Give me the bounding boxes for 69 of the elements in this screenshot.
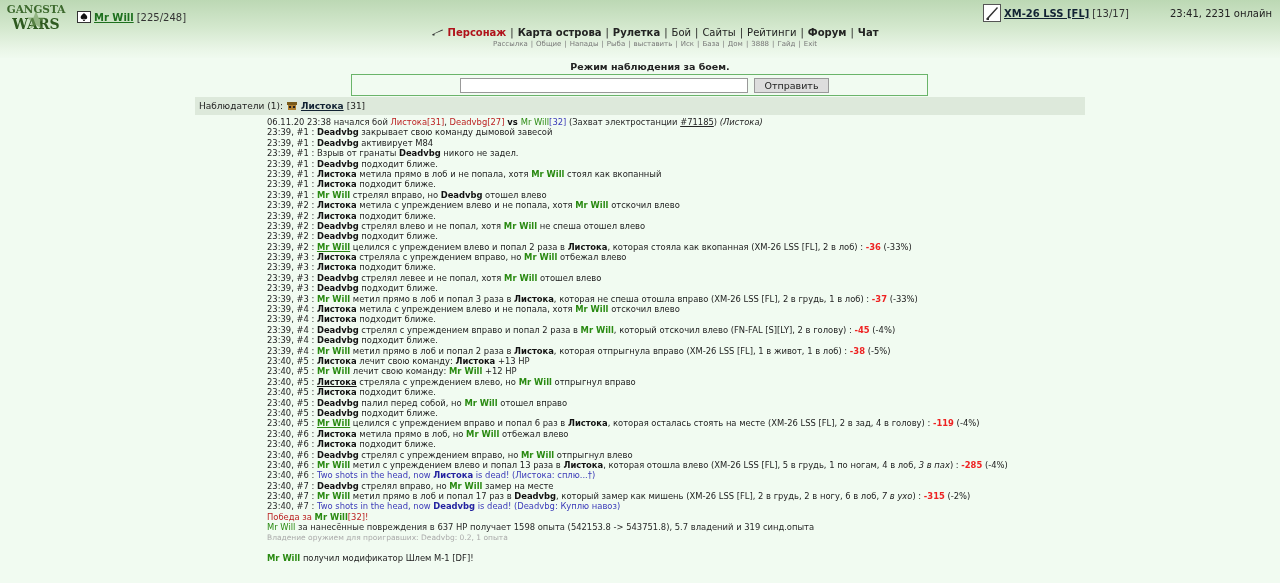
log-line: 23:40, #5 : Листока стреляла с упреждением влево, но Mr Will отпрыгнул вправо — [267, 376, 637, 388]
nav-link[interactable]: Сайты — [702, 26, 736, 38]
log-line: 23:40, #5 : Mr Will целился с упреждением вправо и попал 6 раз в Листока, которая осталась стоять на месте (XM-26 LSS [FL], 2 в зад, 4 в голову) : -119 (-4%) — [267, 418, 981, 429]
weapon-link[interactable]: XM-26 LSS [FL] — [1003, 7, 1090, 19]
log-line: 23:39, #2 : Листока подходит ближе. — [267, 210, 437, 221]
nav-separator: | — [605, 26, 609, 38]
nav-separator: | — [739, 26, 744, 38]
log-line: 23:40, #5 : Mr Will лечит свою команду: Mr Will +12 HP — [267, 366, 518, 377]
log-line: 23:39, #4 : Deadvbg стрелял с упреждением вправо и попал 2 раза в Mr Will, который отскочил влево (FN-FAL [S][LY], 2 в голову) : -45 (-4%) — [267, 324, 897, 336]
log-line: 23:39, #2 : Листока метила с упреждением влево и не попала, хотя Mr Will отскочил влево — [267, 200, 681, 211]
log-line: 23:40, #5 : Листока подходит ближе. — [267, 387, 437, 398]
nav-link[interactable]: Бой — [671, 26, 691, 38]
log-line: 23:39, #1 : Листока подходит ближе. — [267, 179, 437, 190]
log-line: 23:40, #6 : Листока подходит ближе. — [267, 439, 437, 450]
experience-line: Mr Will за нанесённые повреждения в 637 HP получает 1598 опыта (542153.8 -> 543751.8), 5.7 владений и 319 синд.опыта — [267, 522, 816, 533]
nav-link[interactable]: Форум — [807, 26, 847, 38]
online-status: 23:41, 2231 онлайн — [1169, 7, 1272, 19]
nav-link[interactable]: Чат — [857, 26, 879, 38]
log-line: 23:39, #2 : Deadvbg стрелял влево и не попал, хотя Mr Will не спеша отошел влево — [267, 220, 647, 232]
log-line: 23:39, #3 : Deadvbg стрелял левее и не попал, хотя Mr Will отошел влево — [267, 272, 603, 284]
log-line: 23:39, #3 : Mr Will метил прямо в лоб и попал 3 раза в Листока, которая не спеша отошла вправо (XM-26 LSS [FL], 2 в грудь, 1 в лоб) : -37 (-33%) — [267, 293, 919, 305]
victory-line: Победа за Mr Will[32]! — [267, 511, 370, 523]
nav-separator: | — [850, 26, 854, 38]
log-line: 23:39, #4 : Deadvbg подходит ближе. — [267, 335, 439, 346]
ammo-count: [13/17] — [1092, 7, 1129, 19]
log-line: 23:40, #6 : Листока метила прямо в лоб, но Mr Will отбежал влево — [267, 428, 570, 440]
player-link[interactable]: Mr Will — [94, 11, 134, 23]
modifier-line: Mr Will получил модификатор Шлем М-1 [DF]! — [267, 553, 475, 564]
log-line: 23:39, #1 : Взрыв от гранаты Deadvbg никого не задел. — [267, 148, 520, 159]
death-line: 23:40, #6 : Two shots in the head, now Листока is dead! (Листока: сплю...†) — [267, 470, 597, 481]
nav-separator: | — [664, 26, 668, 38]
log-line: 23:39, #1 : Mr Will стрелял вправо, но Deadvbg отошел влево — [267, 189, 548, 201]
death-line: 23:40, #7 : Two shots in the head, now Deadvbg is dead! (Deadvbg: Куплю навоз) — [267, 501, 622, 512]
observer-level: [31] — [346, 101, 366, 111]
log-line: 23:39, #2 : Deadvbg подходит ближе. — [267, 231, 439, 242]
log-line: 23:39, #1 : Deadvbg закрывает свою команду дымовой завесой — [267, 127, 554, 138]
observer-link[interactable]: Листока — [300, 101, 344, 111]
player-hp: [225/248] — [136, 11, 187, 23]
logo[interactable]: GANGSTA WARS — [8, 4, 64, 31]
nav-link[interactable]: Рейтинги — [747, 26, 797, 38]
log-line: 23:39, #2 : Mr Will целился с упреждением влево и попал 2 раза в Листока, которая стояла как вкопанная (XM-26 LSS [FL], 2 в лоб) : -36 (-33%) — [267, 241, 913, 253]
battle-start-line: 06.11.20 23:38 начался бой Листока[31], Deadvbg[27] vs Mr Will[32] (Захват электростанции #71185) (Листока) — [267, 117, 764, 128]
log-line: 23:39, #3 : Листока подходит ближе. — [267, 262, 437, 273]
nav-link[interactable]: Персонаж — [447, 26, 507, 38]
log-line: 23:40, #5 : Deadvbg подходит ближе. — [267, 407, 439, 419]
nav-separator: | — [800, 26, 804, 38]
log-line: 23:40, #7 : Mr Will метил прямо в лоб и попал 17 раз в Deadvbg, который замер как мишень (XM-26 LSS [FL], 2 в грудь, 2 в ногу, 6 в лоб, 7 в ухо) : -315 (-2%) — [267, 491, 972, 502]
nav-separator: | — [695, 26, 699, 38]
log-line: 23:40, #6 : Mr Will метил с упреждением влево и попал 13 раза в Листока, которая отошла влево (XM-26 LSS [FL], 5 в грудь, 1 по ногам, 4 в лоб, 3 в пах) : -285 (-4%) — [267, 459, 1009, 471]
log-line: 23:40, #7 : Deadvbg стрелял вправо, но Mr Will замер на месте — [267, 480, 555, 492]
spade-icon — [77, 11, 91, 24]
log-line: 23:39, #4 : Листока метила с упреждением влево и не попала, хотя Mr Will отскочил влево — [267, 304, 681, 315]
watch-title: Режим наблюдения за боем. — [569, 61, 731, 72]
log-line: 23:40, #6 : Deadvbg стрелял с упреждением вправо, но Mr Will отпрыгнул влево — [267, 449, 634, 460]
log-line: 23:39, #4 : Листока подходит ближе. — [267, 314, 437, 325]
nav-link[interactable]: Рулетка — [612, 26, 661, 38]
log-line: 23:39, #3 : Deadvbg подходит ближе. — [267, 283, 439, 294]
log-line: 23:39, #1 : Deadvbg подходит ближе. — [267, 158, 439, 169]
log-line: 23:40, #5 : Листока лечит свою команду: Листока +13 HP — [267, 356, 531, 367]
nav-separator: | — [510, 26, 514, 38]
log-line: 23:39, #4 : Mr Will метил прямо в лоб и попал 2 раза в Листока, которая отпрыгнула вправо (XM-26 LSS [FL], 1 в живот, 1 в лоб) : -38 (-5%) — [267, 345, 892, 356]
message-input[interactable] — [460, 77, 748, 93]
log-line: 23:39, #1 : Листока метила прямо в лоб и не попала, хотя Mr Will стоял как вкопанный — [267, 168, 663, 180]
log-line: 23:39, #1 : Deadvbg активирует M84 — [267, 137, 435, 149]
log-line: 23:39, #3 : Листока стреляла с упреждением вправо, но Mr Will отбежал влево — [267, 252, 628, 263]
observers-label: Наблюдатели (1): — [199, 101, 283, 111]
send-button[interactable]: Отправить — [754, 77, 829, 93]
log-line: 23:40, #5 : Deadvbg палил перед собой, но Mr Will отошел вправо — [267, 397, 569, 408]
nav-link[interactable]: Карта острова — [517, 26, 602, 38]
